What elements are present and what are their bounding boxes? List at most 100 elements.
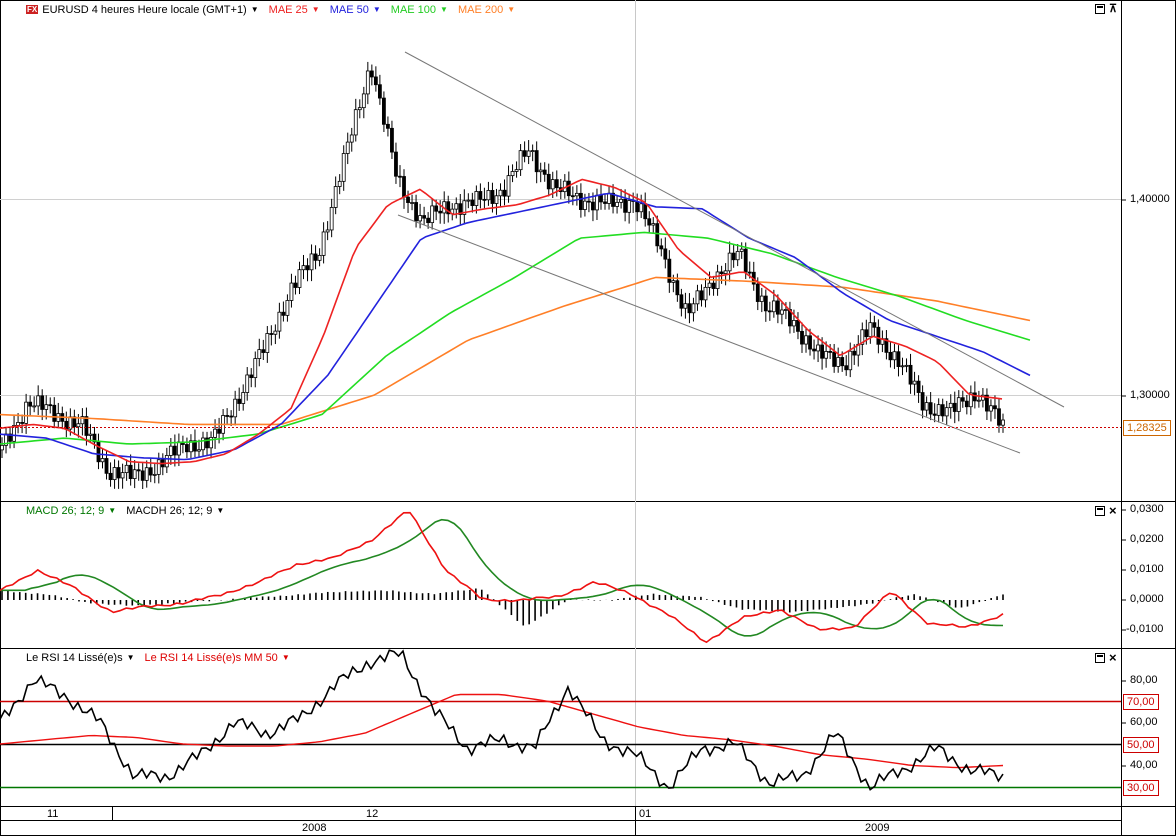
macdh-label[interactable]: MACDH 26; 12; 9 [126,505,212,517]
instrument-title[interactable]: EURUSD 4 heures Heure locale (GMT+1) [42,4,247,16]
candle [80,408,85,436]
candle [164,447,169,474]
candle [112,459,117,489]
indicator-mae200[interactable]: MAE 200 [458,4,503,16]
candle [836,347,841,373]
candle [679,288,684,317]
dropdown-arrow-icon[interactable]: ▼ [312,5,320,14]
dropdown-arrow-icon[interactable]: ▼ [216,506,224,515]
candle [699,284,704,307]
candle [687,293,692,324]
maximize-panel-icon[interactable] [1095,4,1105,14]
candle [546,163,551,197]
rsi-level-30-tag: 30,00 [1123,780,1159,796]
dropdown-arrow-icon[interactable]: ▼ [373,5,381,14]
x-month-label: 01 [639,808,652,820]
indicator-mae100[interactable]: MAE 100 [391,4,436,16]
candle [932,403,937,423]
candle [960,390,965,408]
candle [301,254,306,280]
dropdown-arrow-icon[interactable]: ▼ [282,653,290,662]
fx-badge: FX [26,5,39,14]
candle [663,237,668,269]
maximize-panel-icon[interactable] [1095,506,1105,516]
candle [454,197,459,219]
x-month-label: 12 [366,808,379,820]
macd-line [0,511,1004,644]
candle [611,184,615,214]
candle [172,434,177,467]
candle [936,398,941,423]
macd-tick-label: -0,0100 [1126,623,1164,635]
candle [727,241,732,282]
candle [40,389,45,421]
candle [321,222,326,264]
candle [382,91,386,132]
candle [100,449,105,469]
candle [832,343,837,373]
candle [116,460,121,489]
candle [651,217,656,233]
macd-panel-header: MACD 26; 12; 9 ▼ MACDH 26; 12; 9 ▼ [26,505,234,519]
candle [56,402,61,429]
candle [989,399,993,422]
candle [888,341,893,368]
candle [800,322,804,353]
close-panel-icon[interactable]: × [1109,504,1117,517]
candle [140,463,145,490]
macd-label[interactable]: MACD 26; 12; 9 [26,505,104,517]
candle [390,120,394,159]
rsi-tick-label: 40,00 [1130,759,1158,771]
candle [908,353,913,394]
candle [767,301,772,321]
candle [269,325,274,346]
candle [924,396,929,417]
dropdown-arrow-icon[interactable]: ▼ [440,5,448,14]
maximize-panel-icon[interactable] [1095,653,1105,663]
rsi-label[interactable]: Le RSI 14 Lissé(e)s [26,652,123,664]
dropdown-arrow-icon[interactable]: ▼ [251,5,259,14]
dropdown-arrow-icon[interactable]: ▼ [108,506,116,515]
candle [357,99,362,119]
rsi-level-50-tag: 50,00 [1123,737,1159,753]
indicator-mae50[interactable]: MAE 50 [330,4,369,16]
candle [8,426,12,449]
candle [779,300,784,325]
candle [574,185,579,206]
collapse-panel-icon[interactable]: ⊼ [1109,3,1117,15]
candle [691,297,696,322]
rsi-ma-label[interactable]: Le RSI 14 Lissé(e)s MM 50 [145,652,278,664]
candle [241,384,246,411]
dropdown-arrow-icon[interactable]: ▼ [507,5,515,14]
x-month-label: 11 [47,808,59,820]
candle [181,435,185,454]
candle [900,357,905,376]
x-year-label: 2008 [302,822,327,834]
candle [739,242,744,259]
candle [373,66,378,92]
close-panel-icon[interactable]: × [1109,651,1117,664]
candle [402,169,406,209]
candle [265,326,270,363]
candle [333,176,338,215]
candle [281,301,286,322]
candle [132,460,137,489]
candle [980,387,985,408]
dropdown-arrow-icon[interactable]: ▼ [127,653,135,662]
candle [32,396,37,413]
candle [526,140,531,165]
candle [418,203,422,229]
candle [538,162,543,183]
trendline-lower [397,214,1021,454]
indicator-mae25[interactable]: MAE 25 [269,4,308,16]
price-plot [0,61,1031,490]
candle [844,355,849,376]
candle [643,192,648,227]
candle [136,463,141,481]
candle [647,211,652,234]
candle [892,343,897,369]
candle [386,116,390,137]
candle [466,193,471,209]
candle [289,273,294,308]
candle [530,144,535,162]
